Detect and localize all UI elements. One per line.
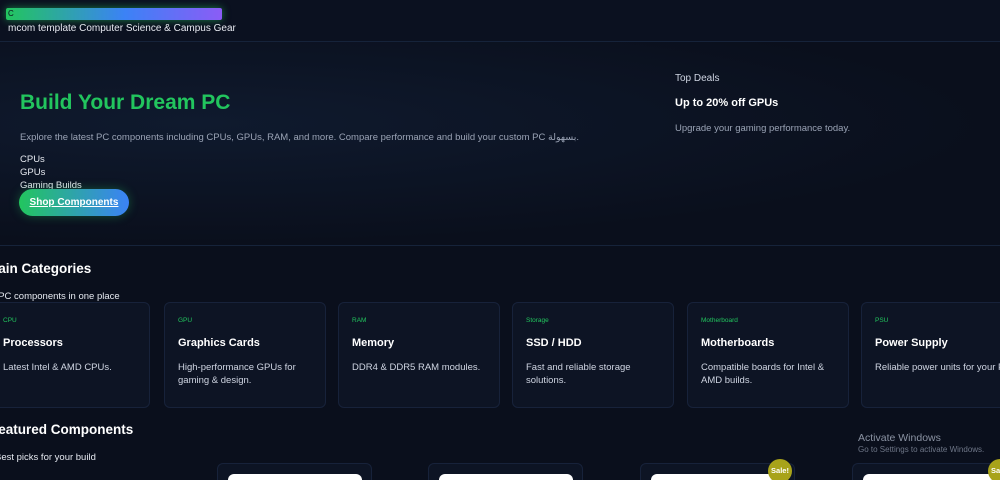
category-card-graphics-cards[interactable]: GPU Graphics Cards High-performance GPUs…	[164, 302, 326, 408]
category-tag: Motherboard	[701, 317, 738, 324]
top-deals-description: Upgrade your gaming performance today.	[675, 123, 851, 134]
category-description: Reliable power units for your PC.	[875, 362, 1000, 373]
category-name: Power Supply	[875, 337, 948, 349]
category-card-power-supply[interactable]: PSU Power Supply Reliable power units fo…	[861, 302, 1000, 408]
category-description: Fast and reliable storage solutions.	[526, 362, 631, 386]
category-tag: GPU	[178, 317, 193, 324]
brand-logo[interactable]: C	[6, 8, 222, 20]
top-deals-title: Up to 20% off GPUs	[675, 97, 779, 109]
featured-components-title: Featured Components	[0, 422, 134, 437]
category-description: High-performance GPUs for gaming & desig…	[178, 362, 296, 386]
category-card-memory[interactable]: RAM Memory DDR4 & DDR5 RAM modules.	[338, 302, 500, 408]
category-description: Latest Intel & AMD CPUs.	[3, 362, 112, 373]
main-categories-title: Main Categories	[0, 261, 92, 276]
category-name: SSD / HDD	[526, 337, 582, 349]
hero-feature-list: CPUs GPUs Gaming Builds	[20, 153, 82, 192]
hero-title: Build Your Dream PC	[20, 91, 231, 114]
sale-badge: Sale!	[988, 459, 1000, 480]
category-name: Motherboards	[701, 337, 775, 349]
hero-list-item-gpus: GPUs	[20, 167, 46, 178]
hero-section: Build Your Dream PC Explore the latest P…	[0, 42, 1000, 246]
logo-letter: C	[8, 9, 14, 18]
product-image[interactable]	[651, 474, 785, 480]
top-deals-label: Top Deals	[675, 73, 720, 84]
category-tag: Storage	[526, 317, 549, 324]
product-card[interactable]	[428, 463, 583, 480]
category-card-storage[interactable]: Storage SSD / HDD Fast and reliable stor…	[512, 302, 674, 408]
hero-list-item-cpus: CPUs	[20, 154, 45, 165]
category-tag: PSU	[875, 317, 889, 324]
top-header: C mcom template Computer Science & Campu…	[0, 0, 1000, 42]
category-description: Compatible boards for Intel & AMD builds…	[701, 362, 825, 386]
product-image[interactable]	[863, 474, 1000, 480]
category-name: Memory	[352, 337, 395, 349]
featured-components-subtitle: Best picks for your build	[0, 452, 96, 463]
activate-windows-subtitle: Go to Settings to activate Windows.	[858, 445, 985, 454]
product-card[interactable]	[217, 463, 372, 480]
hero-description: Explore the latest PC components includi…	[20, 132, 580, 143]
product-card[interactable]: Sale!	[852, 459, 1000, 480]
category-name: Graphics Cards	[178, 337, 260, 349]
product-image[interactable]	[228, 474, 362, 480]
activate-windows-title: Activate Windows	[858, 432, 941, 444]
category-tag: RAM	[352, 317, 367, 324]
product-card[interactable]: Sale!	[640, 459, 795, 480]
category-description: DDR4 & DDR5 RAM modules.	[352, 362, 481, 373]
shop-components-button[interactable]: Shop Components	[19, 189, 129, 216]
product-image[interactable]	[439, 474, 573, 480]
category-name: Processors	[3, 337, 63, 349]
category-card-motherboards[interactable]: Motherboard Motherboards Compatible boar…	[687, 302, 849, 408]
brand-name[interactable]: mcom template Computer Science & Campus …	[8, 23, 236, 34]
category-card-processors[interactable]: CPU Processors Latest Intel & AMD CPUs.	[0, 302, 150, 408]
main-categories-subtitle: All PC components in one place	[0, 291, 120, 302]
sale-badge: Sale!	[768, 459, 792, 480]
category-tag: CPU	[3, 317, 17, 324]
